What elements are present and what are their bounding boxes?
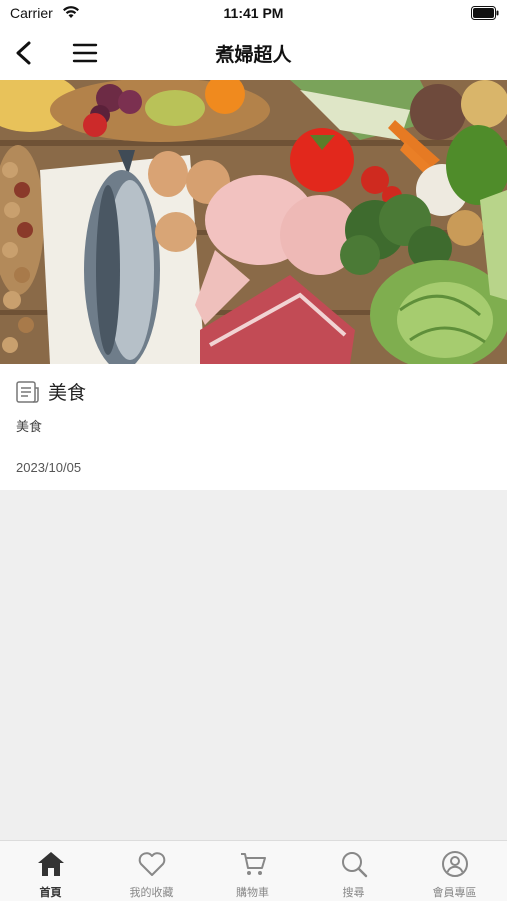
navigation-bar: 煮婦超人: [0, 30, 507, 80]
tab-search[interactable]: 搜尋: [303, 841, 404, 901]
tab-favorites[interactable]: 我的收藏: [101, 841, 202, 901]
tab-label-member: 會員專區: [432, 886, 477, 899]
news-article-icon: [16, 381, 39, 403]
cart-icon: [241, 853, 266, 875]
hero-food-image[interactable]: [0, 80, 507, 364]
post-title: 美食: [48, 382, 87, 404]
tab-label-search: 搜尋: [342, 886, 365, 899]
battery-icon: [471, 6, 499, 20]
clock: 11:41 PM: [223, 5, 284, 21]
search-icon: [342, 852, 368, 878]
heart-icon: [138, 852, 166, 876]
post-date: 2023/10/05: [16, 460, 82, 475]
home-icon: [38, 852, 64, 876]
post-card[interactable]: 美食 美食 2023/10/05: [0, 364, 507, 490]
user-icon: [442, 851, 468, 877]
vegetables-photo: [0, 80, 507, 364]
tab-home[interactable]: 首頁: [0, 841, 101, 901]
tab-label-cart: 購物車: [236, 886, 269, 899]
tab-bar: 首頁 我的收藏 購物車 搜尋 會員專區: [0, 840, 507, 901]
tab-cart[interactable]: 購物車: [202, 841, 303, 901]
post-category: 美食: [16, 420, 43, 435]
tab-member[interactable]: 會員專區: [404, 841, 505, 901]
page-title: 煮婦超人: [215, 44, 292, 66]
tab-label-favorites: 我的收藏: [129, 886, 174, 899]
tab-label-home: 首頁: [39, 886, 62, 899]
status-bar: Carrier 11:41 PM: [0, 0, 507, 30]
